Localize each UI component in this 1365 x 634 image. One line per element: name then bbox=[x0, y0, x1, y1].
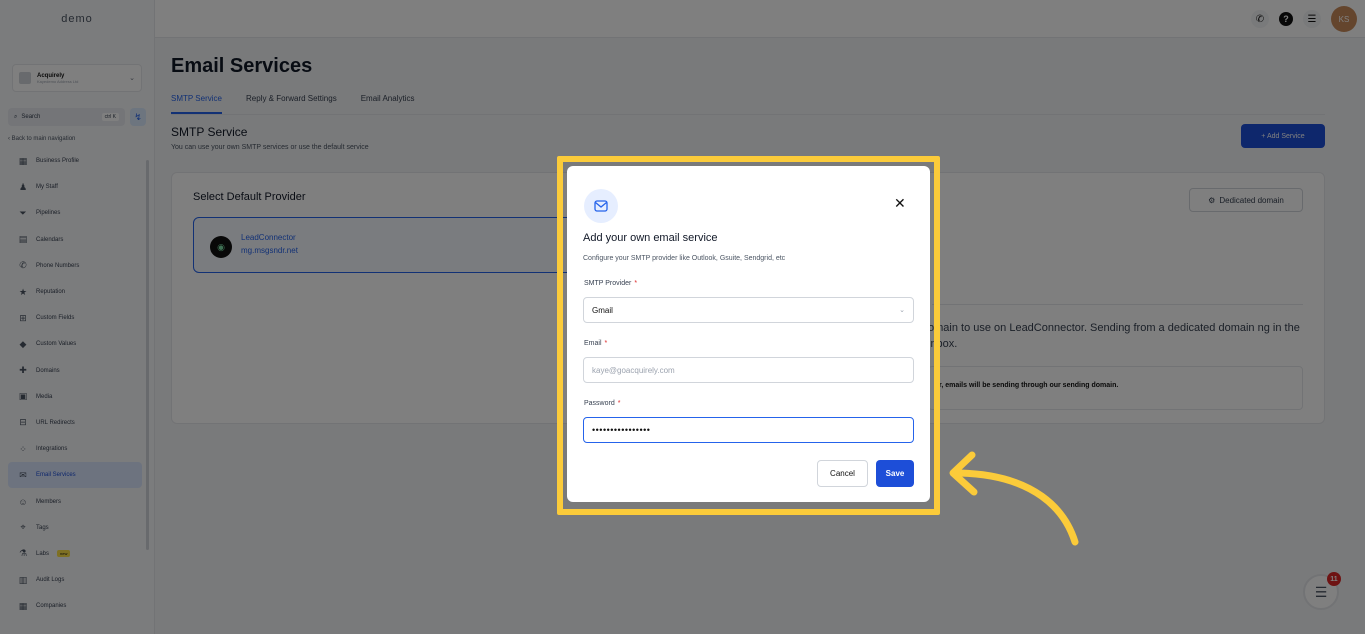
email-field[interactable]: kaye@goacquirely.com bbox=[583, 357, 914, 383]
add-email-service-modal: ✕ Add your own email service Configure y… bbox=[567, 166, 930, 502]
smtp-provider-value: Gmail bbox=[592, 305, 613, 315]
email-label: Email * bbox=[584, 340, 608, 347]
modal-subtitle: Configure your SMTP provider like Outloo… bbox=[583, 255, 786, 262]
close-icon[interactable]: ✕ bbox=[894, 195, 906, 212]
arrow-annotation-icon bbox=[949, 451, 1079, 546]
modal-title: Add your own email service bbox=[583, 232, 718, 244]
smtp-provider-select[interactable]: Gmail ⌄ bbox=[583, 297, 914, 323]
password-label: Password * bbox=[584, 400, 621, 407]
cancel-button[interactable]: Cancel bbox=[817, 460, 868, 487]
chevron-down-icon: ⌄ bbox=[899, 307, 905, 314]
save-button[interactable]: Save bbox=[876, 460, 914, 487]
smtp-provider-label: SMTP Provider * bbox=[584, 280, 638, 287]
mail-icon bbox=[584, 189, 618, 223]
password-field[interactable]: •••••••••••••••• bbox=[583, 417, 914, 443]
